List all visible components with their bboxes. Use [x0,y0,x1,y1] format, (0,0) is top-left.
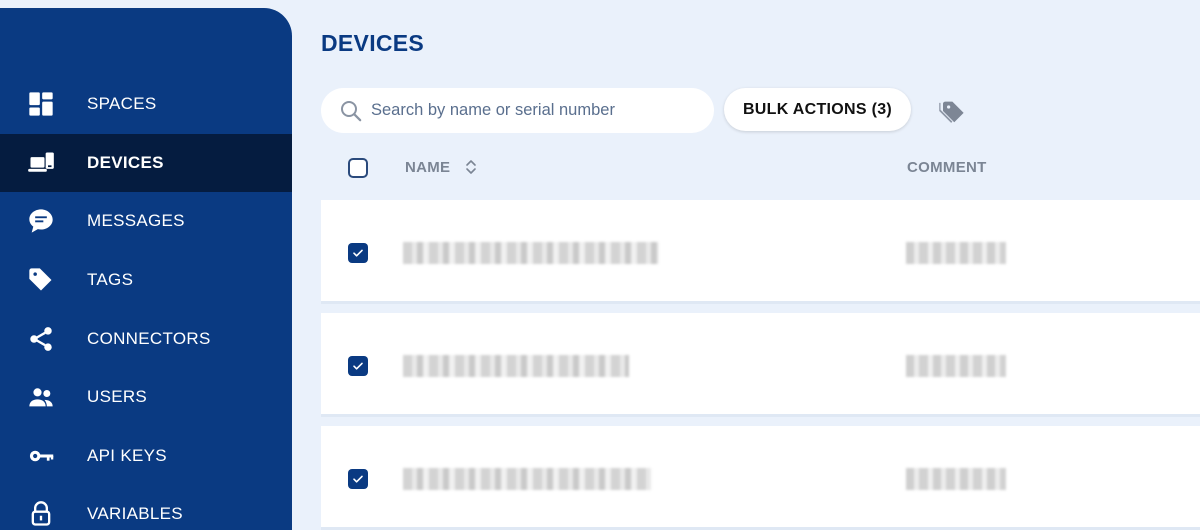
tag-button[interactable] [938,96,968,126]
sidebar-item-label: USERS [87,387,148,407]
redacted-comment [906,355,1006,377]
table-header: NAME COMMENT [321,150,1200,186]
spaces-icon [27,90,55,118]
sidebar-item-messages[interactable]: MESSAGES [0,192,292,251]
redacted-device-name [403,242,659,264]
sidebar-item-label: TAGS [87,270,134,290]
sidebar-item-label: CONNECTORS [87,328,211,348]
tag-icon [939,101,964,123]
column-header-name[interactable]: NAME [405,159,450,176]
sidebar-item-api-keys[interactable]: API KEYS [0,427,292,486]
search-box[interactable] [321,88,714,133]
redacted-device-name [403,355,629,377]
redacted-device-name [403,468,651,490]
share-icon [27,325,55,353]
table-row[interactable] [321,200,1200,301]
row-checkbox[interactable] [348,469,368,489]
sidebar-item-connectors[interactable]: CONNECTORS [0,309,292,368]
sidebar-item-label: SPACES [87,94,157,114]
sidebar-nav: SPACES DEVICES MESSAGES TAGS CONNECTORS [0,75,292,530]
table-row[interactable] [321,313,1200,414]
redacted-comment [906,468,1006,490]
sidebar-item-label: API KEYS [87,445,167,465]
sort-icon[interactable] [464,159,478,175]
sidebar-item-label: MESSAGES [87,211,185,231]
users-icon [27,383,55,411]
search-input[interactable] [371,101,701,120]
sidebar-item-variables[interactable]: VARIABLES [0,485,292,530]
sidebar: SPACES DEVICES MESSAGES TAGS CONNECTORS [0,8,292,530]
key-icon [27,442,55,470]
column-header-comment: COMMENT [907,159,987,176]
select-all-checkbox[interactable] [348,158,368,178]
sidebar-item-users[interactable]: USERS [0,368,292,427]
lock-icon [27,500,55,528]
check-icon [353,362,363,370]
bulk-actions-button[interactable]: BULK ACTIONS (3) [724,88,911,131]
page-title: DEVICES [321,30,425,56]
row-checkbox[interactable] [348,356,368,376]
table-row[interactable] [321,426,1200,527]
sidebar-item-spaces[interactable]: SPACES [0,75,292,134]
messages-icon [27,207,55,235]
tag-icon [27,266,55,294]
row-checkbox[interactable] [348,243,368,263]
sidebar-item-tags[interactable]: TAGS [0,251,292,310]
sidebar-item-label: VARIABLES [87,504,183,524]
search-icon [341,100,362,121]
sidebar-item-label: DEVICES [87,152,164,172]
check-icon [353,475,363,483]
sidebar-item-devices[interactable]: DEVICES [0,133,292,193]
redacted-comment [906,242,1006,264]
devices-icon [27,149,55,177]
check-icon [353,249,363,257]
